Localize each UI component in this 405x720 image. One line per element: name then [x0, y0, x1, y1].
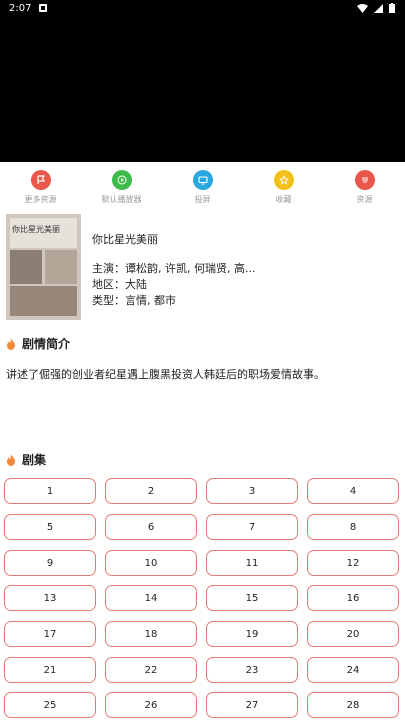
star-icon	[273, 170, 294, 190]
episode-button[interactable]: 17	[4, 621, 96, 647]
synopsis-text: 讲述了倔强的创业者纪星遇上腹黑投资人韩廷后的职场爱情故事。	[6, 368, 325, 381]
episode-button[interactable]: 16	[307, 585, 399, 611]
episode-button[interactable]: 1	[4, 478, 96, 504]
episode-button[interactable]: 3	[206, 478, 298, 504]
episodes-heading-text: 剧集	[22, 453, 47, 467]
episode-button[interactable]: 2	[105, 478, 197, 504]
episode-button[interactable]: 7	[206, 514, 298, 540]
favorite-button[interactable]: 收藏	[243, 162, 324, 210]
flame-icon	[7, 337, 15, 350]
episode-button[interactable]: 19	[206, 621, 298, 647]
episode-button[interactable]: 18	[105, 621, 197, 647]
signal-icon	[374, 3, 383, 13]
show-title: 你比星光美丽	[92, 233, 158, 246]
status-time: 2:07	[9, 2, 32, 14]
episode-button[interactable]: 8	[307, 514, 399, 540]
episode-button[interactable]: 21	[4, 657, 96, 683]
flame-icon	[7, 453, 15, 466]
show-region: 地区：大陆	[92, 278, 147, 291]
episode-button[interactable]: 12	[307, 550, 399, 576]
episode-button[interactable]: 15	[206, 585, 298, 611]
episode-button[interactable]: 14	[105, 585, 197, 611]
flag-icon	[30, 170, 51, 190]
episode-button[interactable]: 26	[105, 692, 197, 718]
action-label: 投屏	[194, 195, 211, 204]
show-info: 你比星光美丽 你比星光美丽 主演：谭松韵, 许凯, 何瑞贤, 高... 地区：大…	[6, 214, 401, 322]
episode-button[interactable]: 5	[4, 514, 96, 540]
battery-icon	[389, 3, 395, 13]
episode-button[interactable]: 22	[105, 657, 197, 683]
action-label: 资源	[356, 195, 373, 204]
source-button[interactable]: 资源	[324, 162, 405, 210]
episode-button[interactable]: 27	[206, 692, 298, 718]
cast-button[interactable]: 投屏	[162, 162, 243, 210]
show-cast: 主演：谭松韵, 许凯, 何瑞贤, 高...	[92, 262, 256, 275]
show-genre: 类型：言情, 都市	[92, 294, 176, 307]
episode-button[interactable]: 20	[307, 621, 399, 647]
play-icon	[111, 170, 132, 190]
episode-button[interactable]: 13	[4, 585, 96, 611]
episode-button[interactable]: 28	[307, 692, 399, 718]
episode-button[interactable]: 9	[4, 550, 96, 576]
action-label: 默认播放器	[101, 195, 142, 204]
episode-button[interactable]: 24	[307, 657, 399, 683]
episodes-heading: 剧集	[6, 451, 46, 468]
episode-button[interactable]: 4	[307, 478, 399, 504]
synopsis-heading: 剧情简介	[6, 335, 70, 352]
more-sources-button[interactable]: 更多资源	[0, 162, 81, 210]
status-icons	[357, 3, 395, 13]
episode-button[interactable]: 25	[4, 692, 96, 718]
source-icon	[354, 170, 375, 190]
video-player[interactable]	[0, 16, 405, 162]
poster-image[interactable]: 你比星光美丽	[6, 214, 81, 320]
action-label: 更多资源	[24, 195, 57, 204]
notification-icon	[39, 4, 48, 12]
episode-button[interactable]: 6	[105, 514, 197, 540]
synopsis-heading-text: 剧情简介	[22, 337, 71, 351]
status-bar: 2:07	[0, 0, 405, 16]
action-bar: 更多资源 默认播放器 投屏 收藏 资源	[0, 162, 405, 210]
tv-icon	[192, 170, 213, 190]
default-player-button[interactable]: 默认播放器	[81, 162, 162, 210]
episode-button[interactable]: 11	[206, 550, 298, 576]
wifi-icon	[357, 3, 368, 13]
action-label: 收藏	[275, 195, 292, 204]
episode-button[interactable]: 23	[206, 657, 298, 683]
poster-title-text: 你比星光美丽	[12, 225, 60, 234]
episode-button[interactable]: 10	[105, 550, 197, 576]
